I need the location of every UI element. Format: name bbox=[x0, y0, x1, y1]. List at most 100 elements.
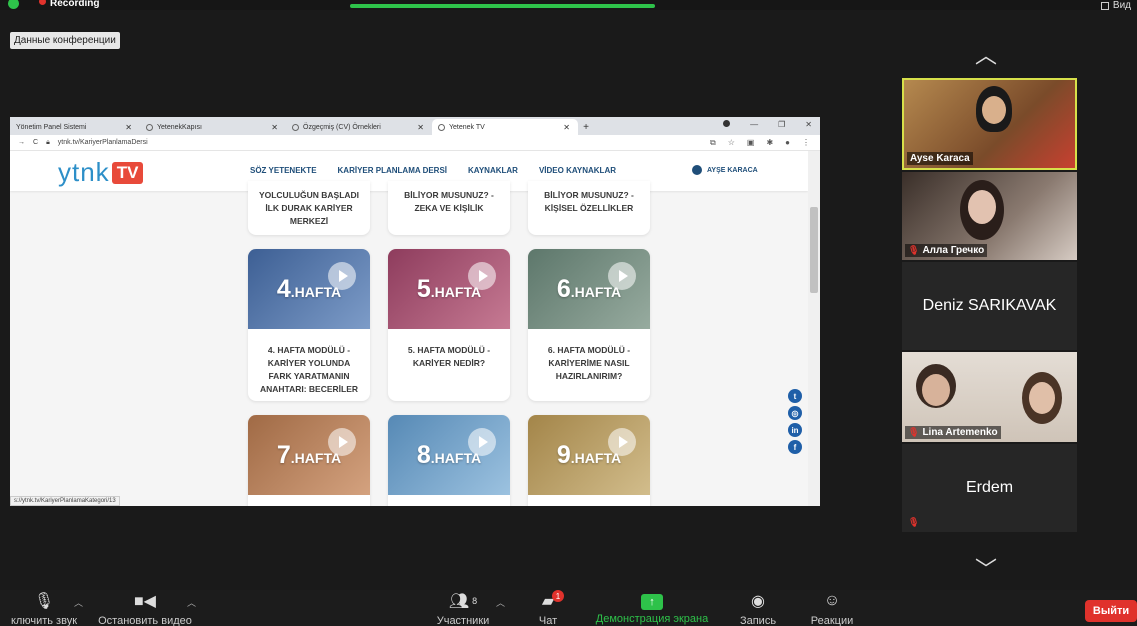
audio-options-icon[interactable]: ︿ bbox=[74, 596, 83, 609]
share-label: Демонстрация экрана bbox=[595, 613, 709, 625]
browser-tab[interactable]: Yönetim Panel Sistemi ✕ bbox=[10, 119, 140, 135]
play-icon[interactable] bbox=[468, 428, 496, 456]
account-icon[interactable]: ● bbox=[785, 138, 790, 148]
card-title: BİLİYOR MUSUNUZ? - ZEKA VE KİŞİLİK bbox=[404, 190, 494, 213]
card-title: YOLCULUĞUN BAŞLADI İLK DURAK KARİYER MER… bbox=[258, 190, 360, 226]
course-card[interactable]: 9.HAFTA bbox=[528, 415, 650, 506]
card-week-number: 6 bbox=[556, 275, 571, 303]
course-card[interactable]: BİLİYOR MUSUNUZ? - ZEKA VE KİŞİLİK bbox=[388, 181, 510, 235]
scrollbar-thumb[interactable] bbox=[810, 207, 818, 293]
view-button[interactable]: Вид bbox=[1100, 0, 1131, 11]
scroll-down-icon[interactable]: ﹀ bbox=[975, 552, 997, 584]
course-card[interactable]: 4.HAFTA 4. HAFTA MODÜLÜ - KARİYER YOLUND… bbox=[248, 249, 370, 401]
new-tab-icon[interactable]: + bbox=[578, 119, 594, 135]
card-thumbnail: 4.HAFTA bbox=[248, 249, 370, 329]
card-week-number: 8 bbox=[416, 441, 431, 469]
browser-tab[interactable]: Özgeçmiş (CV) Örnekleri ✕ bbox=[286, 119, 432, 135]
play-icon[interactable] bbox=[468, 262, 496, 290]
card-week-number: 5 bbox=[416, 275, 431, 303]
reactions-button[interactable]: ☺ Реакции bbox=[808, 590, 856, 626]
play-icon[interactable] bbox=[608, 262, 636, 290]
course-card[interactable]: 7.HAFTA bbox=[248, 415, 370, 506]
minimize-icon[interactable]: — bbox=[750, 120, 758, 129]
nav-item-kaynaklar[interactable]: KAYNAKLAR bbox=[468, 166, 518, 175]
course-card[interactable]: 5.HAFTA 5. HAFTA MODÜLÜ - KARİYER NEDİR? bbox=[388, 249, 510, 401]
nav-item-soz-yetenekte[interactable]: SÖZ YETENEKTE bbox=[250, 166, 317, 175]
participant-tile-deniz-sarikavak[interactable]: Deniz SARIKAVAK bbox=[902, 262, 1077, 350]
recording-label-wrap[interactable]: Recording bbox=[39, 0, 99, 9]
conference-data-label[interactable]: Данные конференции bbox=[10, 32, 120, 49]
leave-button[interactable]: Выйти bbox=[1085, 600, 1137, 622]
close-tab-icon[interactable]: ✕ bbox=[125, 123, 132, 132]
browser-tab-bar: Yönetim Panel Sistemi ✕ YetenekKapısı ✕ … bbox=[10, 117, 820, 135]
close-tab-icon[interactable]: ✕ bbox=[563, 123, 570, 132]
participant-video-face bbox=[922, 374, 950, 406]
browser-tab[interactable]: YetenekKapısı ✕ bbox=[140, 119, 286, 135]
participant-tile-ayse-karaca[interactable]: Ayse Karaca bbox=[902, 78, 1077, 170]
profile-icon[interactable] bbox=[723, 120, 731, 127]
play-icon[interactable] bbox=[328, 262, 356, 290]
card-title: 6. HAFTA MODÜLÜ - KARİYERİME NASIL HAZIR… bbox=[547, 345, 631, 381]
screen-share-bar[interactable] bbox=[350, 4, 655, 8]
chat-label: Чат bbox=[538, 615, 558, 626]
participant-video-face bbox=[968, 190, 996, 224]
stop-video-button[interactable]: ■◀ Остановить видео bbox=[96, 590, 194, 626]
nav-item-video-kaynaklar[interactable]: VİDEO KAYNAKLAR bbox=[539, 166, 616, 175]
record-icon: ◉ bbox=[751, 593, 765, 610]
browser-tab-active[interactable]: Yetenek TV ✕ bbox=[432, 119, 578, 135]
address-bar: → C 🔒︎ ytnk.tv/KariyerPlanlamaDersi ⧉ ☆ … bbox=[10, 135, 820, 151]
close-window-icon[interactable]: ✕ bbox=[805, 120, 812, 129]
course-card[interactable]: 8.HAFTA bbox=[388, 415, 510, 506]
instagram-icon[interactable]: ◎ bbox=[788, 406, 802, 420]
play-icon[interactable] bbox=[608, 428, 636, 456]
video-label: Остановить видео bbox=[98, 615, 192, 626]
participant-video-face bbox=[982, 96, 1006, 124]
star-icon[interactable]: ☆ bbox=[728, 138, 735, 148]
participants-icon: 👥︎ 8 bbox=[448, 593, 478, 610]
share-screen-button[interactable]: ↑ Демонстрация экрана bbox=[592, 590, 712, 625]
facebook-icon[interactable]: f bbox=[788, 440, 802, 454]
course-card[interactable]: BİLİYOR MUSUNUZ? - KİŞİSEL ÖZELLİKLER bbox=[528, 181, 650, 235]
translate-icon[interactable]: ⧉ bbox=[710, 138, 716, 148]
card-week-number: 7 bbox=[276, 441, 291, 469]
course-card[interactable]: YOLCULUĞUN BAŞLADI İLK DURAK KARİYER MER… bbox=[248, 181, 370, 235]
muted-mic-icon: 🎙︎ bbox=[908, 427, 920, 437]
reload-icon[interactable]: C bbox=[33, 139, 38, 146]
forward-icon[interactable]: → bbox=[18, 139, 25, 146]
shared-browser-window: Yönetim Panel Sistemi ✕ YetenekKapısı ✕ … bbox=[10, 117, 820, 506]
participant-name-center: Deniz SARIKAVAK bbox=[922, 297, 1057, 314]
tab-title: Yönetim Panel Sistemi bbox=[16, 123, 87, 131]
mute-button[interactable]: 🎙︎ ключить звук bbox=[4, 590, 84, 626]
course-card[interactable]: 6.HAFTA 6. HAFTA MODÜLÜ - KARİYERİME NAS… bbox=[528, 249, 650, 401]
participant-tile-erdem[interactable]: Erdem 🎙︎ bbox=[902, 444, 1077, 532]
video-options-icon[interactable]: ︿ bbox=[187, 596, 196, 609]
site-logo[interactable]: YTNK TV bbox=[58, 157, 144, 188]
participant-name-text: Lina Artemenko bbox=[922, 427, 998, 438]
record-button[interactable]: ◉ Запись bbox=[738, 590, 778, 626]
participant-tile-alla-grechko[interactable]: 🎙︎ Алла Гречко bbox=[902, 172, 1077, 260]
reactions-label: Реакции bbox=[810, 615, 854, 626]
participants-button[interactable]: 👥︎ 8 Участники bbox=[435, 590, 491, 626]
close-tab-icon[interactable]: ✕ bbox=[417, 123, 424, 132]
view-label: Вид bbox=[1112, 0, 1131, 11]
record-dot-icon bbox=[39, 0, 46, 5]
menu-icon[interactable]: ⋮ bbox=[802, 138, 810, 148]
extensions-icon[interactable]: ✱ bbox=[766, 138, 773, 148]
site-nav: SÖZ YETENEKTE KARİYER PLANLAMA DERSİ KAY… bbox=[250, 166, 616, 175]
twitter-icon[interactable]: t bbox=[788, 389, 802, 403]
nav-user[interactable]: AYŞE KARACA bbox=[692, 165, 758, 175]
url-text[interactable]: ytnk.tv/KariyerPlanlamaDersi bbox=[58, 139, 148, 146]
participant-tile-lina-artemenko[interactable]: 🎙︎ Lina Artemenko bbox=[902, 352, 1077, 442]
close-tab-icon[interactable]: ✕ bbox=[271, 123, 278, 132]
address-bar-icons: ⧉ ☆ ▣ ✱ ● ⋮ bbox=[710, 138, 810, 148]
card-thumbnail: 7.HAFTA bbox=[248, 415, 370, 495]
status-url: s://ytnk.tv/KariyerPlanlamaKategori/13 bbox=[10, 496, 120, 506]
screenshot-icon[interactable]: ▣ bbox=[747, 138, 755, 148]
maximize-icon[interactable]: ❐ bbox=[778, 120, 785, 129]
participants-options-icon[interactable]: ︿ bbox=[496, 596, 505, 609]
nav-item-kariyer-planlama[interactable]: KARİYER PLANLAMA DERSİ bbox=[338, 166, 447, 175]
linkedin-icon[interactable]: in bbox=[788, 423, 802, 437]
page-scrollbar[interactable] bbox=[808, 151, 820, 506]
scroll-up-icon[interactable]: ︿ bbox=[975, 38, 997, 70]
play-icon[interactable] bbox=[328, 428, 356, 456]
